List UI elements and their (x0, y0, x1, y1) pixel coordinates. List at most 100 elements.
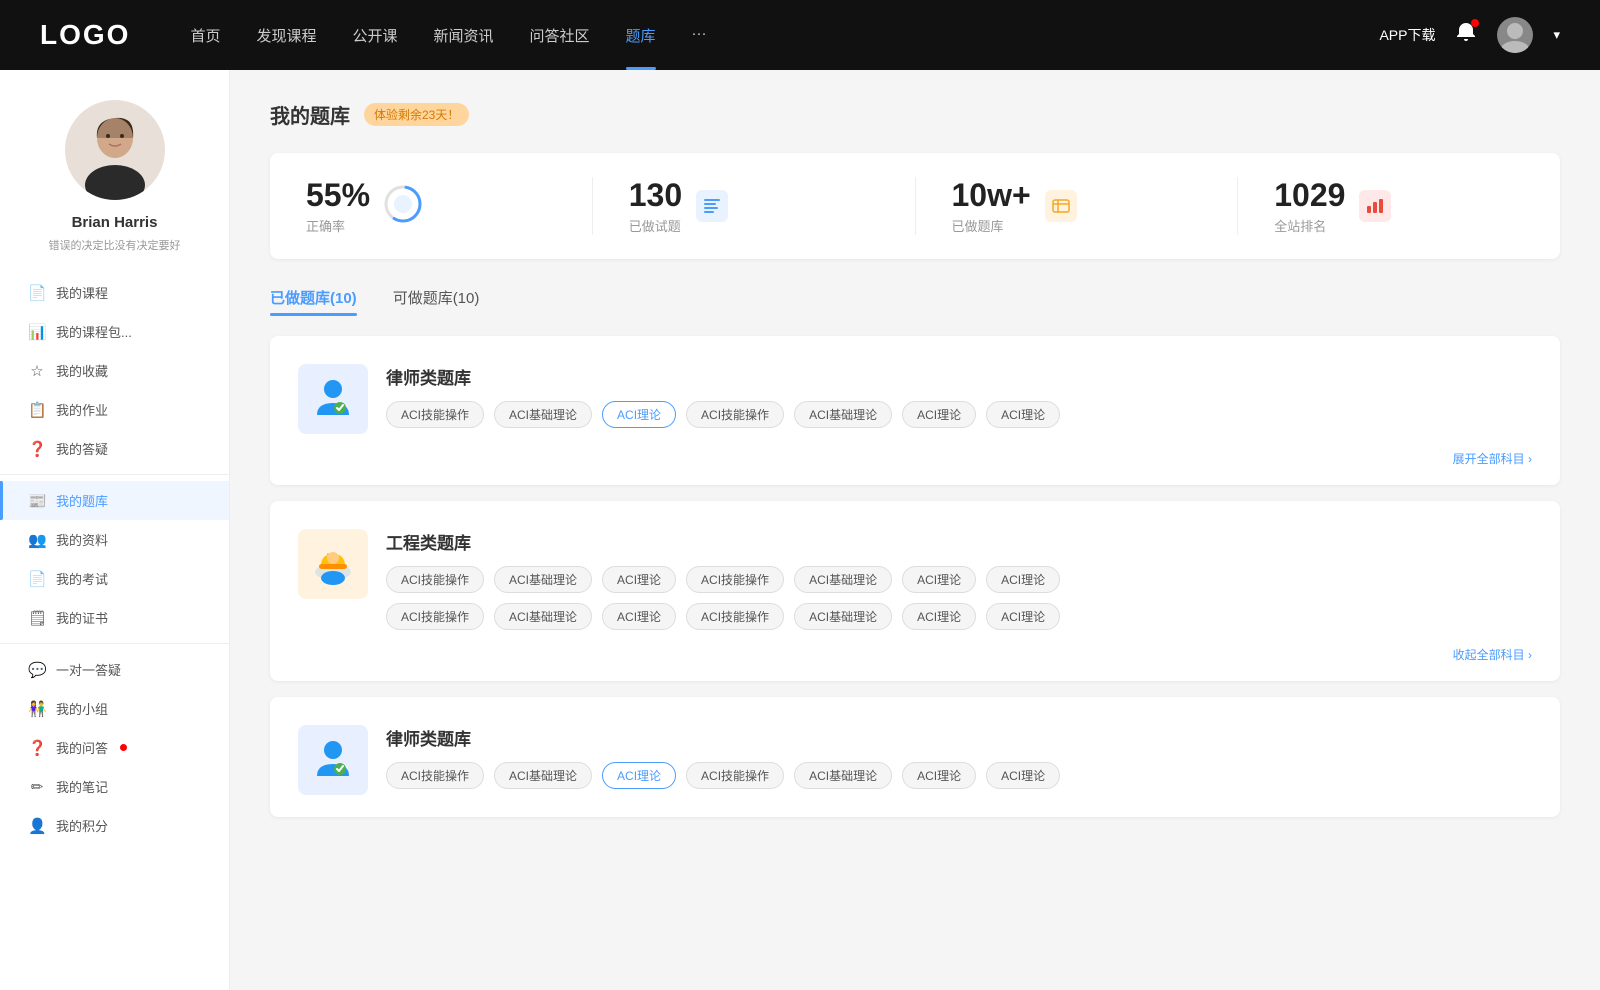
tab-available-banks[interactable]: 可做题库(10) (393, 287, 480, 316)
qbank-tag-2-r1-5[interactable]: ACI理论 (902, 566, 976, 593)
stat-done-banks: 10w+ 已做题库 (916, 177, 1239, 235)
nav-items: 首页 发现课程 公开课 新闻资讯 问答社区 题库 ··· (190, 25, 1379, 46)
expand-link-1[interactable]: 展开全部科目 › (1453, 450, 1532, 467)
qbank-tag-1-2[interactable]: ACI理论 (602, 401, 676, 428)
1on1-icon: 💬 (28, 661, 46, 679)
sidebar-item-my-qa[interactable]: ❓ 我的问答 (0, 728, 229, 767)
nav-news[interactable]: 新闻资讯 (434, 25, 494, 46)
qbank-tag-1-4[interactable]: ACI基础理论 (794, 401, 892, 428)
qbank-tag-3-4[interactable]: ACI基础理论 (794, 762, 892, 789)
page-body: Brian Harris 错误的决定比没有决定要好 📄 我的课程 📊 我的课程包… (0, 70, 1600, 990)
qbank-tag-2-r2-1[interactable]: ACI基础理论 (494, 603, 592, 630)
qbank-tag-1-6[interactable]: ACI理论 (986, 401, 1060, 428)
trial-badge: 体验剩余23天！ (364, 103, 469, 126)
qbank-footer-1: 展开全部科目 › (298, 450, 1532, 467)
sidebar-item-exams[interactable]: 📄 我的考试 (0, 559, 229, 598)
nav-open-course[interactable]: 公开课 (352, 25, 397, 46)
qbank-tag-2-r1-6[interactable]: ACI理论 (986, 566, 1060, 593)
user-avatar[interactable] (1497, 17, 1533, 53)
points-icon: 👤 (28, 817, 46, 835)
sidebar-item-1on1[interactable]: 💬 一对一答疑 (0, 650, 229, 689)
sidebar-item-points[interactable]: 👤 我的积分 (0, 806, 229, 845)
tab-done-banks[interactable]: 已做题库(10) (270, 287, 357, 316)
page-title-row: 我的题库 体验剩余23天！ (270, 100, 1560, 129)
sidebar-item-course-package[interactable]: 📊 我的课程包... (0, 312, 229, 351)
notification-dot (1471, 19, 1479, 27)
qbank-tag-3-0[interactable]: ACI技能操作 (386, 762, 484, 789)
qbank-title-3: 律师类题库 (386, 725, 1532, 750)
qbank-tag-2-r2-2[interactable]: ACI理论 (602, 603, 676, 630)
tabs-row: 已做题库(10) 可做题库(10) (270, 287, 1560, 316)
qbank-content-2: 工程类题库 ACI技能操作 ACI基础理论 ACI理论 ACI技能操作 ACI基… (386, 529, 1532, 630)
collapse-link-2[interactable]: 收起全部科目 › (1453, 646, 1532, 663)
courses-icon: 📄 (28, 284, 46, 302)
page-title: 我的题库 (270, 100, 350, 129)
nav-home[interactable]: 首页 (190, 25, 220, 46)
qbank-icon-lawyer-1 (298, 364, 368, 434)
sidebar-divider-2 (0, 643, 229, 644)
qbank-tag-3-1[interactable]: ACI基础理论 (494, 762, 592, 789)
stat-rank-value: 1029 (1274, 177, 1345, 214)
qbank-tag-3-6[interactable]: ACI理论 (986, 762, 1060, 789)
qbank-tag-2-r1-1[interactable]: ACI基础理论 (494, 566, 592, 593)
sidebar-item-homework[interactable]: 📋 我的作业 (0, 390, 229, 429)
qbank-card-lawyer-2: 律师类题库 ACI技能操作 ACI基础理论 ACI理论 ACI技能操作 ACI基… (270, 697, 1560, 817)
stat-rank: 1029 全站排名 (1238, 177, 1560, 235)
sidebar-item-my-courses[interactable]: 📄 我的课程 (0, 273, 229, 312)
sidebar-avatar (65, 100, 165, 200)
done-banks-icon (1045, 190, 1077, 222)
notification-bell[interactable] (1455, 21, 1477, 49)
stat-rank-text: 1029 全站排名 (1274, 177, 1345, 235)
stat-done-banks-value: 10w+ (952, 177, 1031, 214)
qbank-tag-2-r1-0[interactable]: ACI技能操作 (386, 566, 484, 593)
stat-accuracy-label: 正确率 (306, 216, 370, 235)
nav-qa[interactable]: 问答社区 (530, 25, 590, 46)
sidebar-item-materials[interactable]: 👥 我的资料 (0, 520, 229, 559)
sidebar-item-groups[interactable]: 👫 我的小组 (0, 689, 229, 728)
qbank-tag-2-r1-2[interactable]: ACI理论 (602, 566, 676, 593)
done-questions-icon (696, 190, 728, 222)
sidebar-item-notes[interactable]: ✏ 我的笔记 (0, 767, 229, 806)
materials-icon: 👥 (28, 531, 46, 549)
stat-done-questions: 130 已做试题 (593, 177, 916, 235)
nav-courses[interactable]: 发现课程 (256, 25, 316, 46)
qbank-tag-3-2[interactable]: ACI理论 (602, 762, 676, 789)
stat-done-questions-text: 130 已做试题 (629, 177, 682, 235)
qbank-tag-2-r2-3[interactable]: ACI技能操作 (686, 603, 784, 630)
sidebar-item-favorites[interactable]: ☆ 我的收藏 (0, 351, 229, 390)
favorites-icon: ☆ (28, 362, 46, 380)
sidebar-username: Brian Harris (72, 214, 158, 231)
qbank-tag-1-0[interactable]: ACI技能操作 (386, 401, 484, 428)
sidebar-item-certificates[interactable]: 🗒 我的证书 (0, 598, 229, 637)
qbank-tag-2-r1-3[interactable]: ACI技能操作 (686, 566, 784, 593)
qbank-footer-2: 收起全部科目 › (298, 646, 1532, 663)
qbank-icon: 📰 (28, 492, 46, 510)
notes-icon: ✏ (28, 778, 46, 796)
qbank-tag-3-3[interactable]: ACI技能操作 (686, 762, 784, 789)
qbank-tag-2-r2-6[interactable]: ACI理论 (986, 603, 1060, 630)
qa-notification-dot (120, 744, 127, 751)
qbank-tag-2-r2-4[interactable]: ACI基础理论 (794, 603, 892, 630)
sidebar-item-qa[interactable]: ❓ 我的答疑 (0, 429, 229, 468)
qbank-icon-lawyer-2 (298, 725, 368, 795)
qbank-tag-1-3[interactable]: ACI技能操作 (686, 401, 784, 428)
qbank-tag-3-5[interactable]: ACI理论 (902, 762, 976, 789)
app-download-button[interactable]: APP下载 (1379, 25, 1435, 45)
nav-more[interactable]: ··· (692, 25, 707, 46)
qbank-tag-1-1[interactable]: ACI基础理论 (494, 401, 592, 428)
accuracy-icon (384, 185, 422, 228)
qbank-tag-2-r1-4[interactable]: ACI基础理论 (794, 566, 892, 593)
qbank-tag-2-r2-5[interactable]: ACI理论 (902, 603, 976, 630)
qbank-tag-1-5[interactable]: ACI理论 (902, 401, 976, 428)
stat-accuracy: 55% 正确率 (270, 177, 593, 235)
nav-qbank[interactable]: 题库 (626, 25, 656, 46)
stat-accuracy-value: 55% (306, 177, 370, 214)
sidebar-item-qbank[interactable]: 📰 我的题库 (0, 481, 229, 520)
qbank-icon-engineer (298, 529, 368, 599)
user-dropdown-arrow[interactable]: ▾ (1553, 27, 1560, 43)
sidebar-motto: 错误的决定比没有决定要好 (49, 237, 181, 253)
qbank-card-header-2: 工程类题库 ACI技能操作 ACI基础理论 ACI理论 ACI技能操作 ACI基… (298, 529, 1532, 630)
qbank-tag-2-r2-0[interactable]: ACI技能操作 (386, 603, 484, 630)
qbank-content-1: 律师类题库 ACI技能操作 ACI基础理论 ACI理论 ACI技能操作 ACI基… (386, 364, 1532, 428)
qbank-card-engineer: 工程类题库 ACI技能操作 ACI基础理论 ACI理论 ACI技能操作 ACI基… (270, 501, 1560, 681)
